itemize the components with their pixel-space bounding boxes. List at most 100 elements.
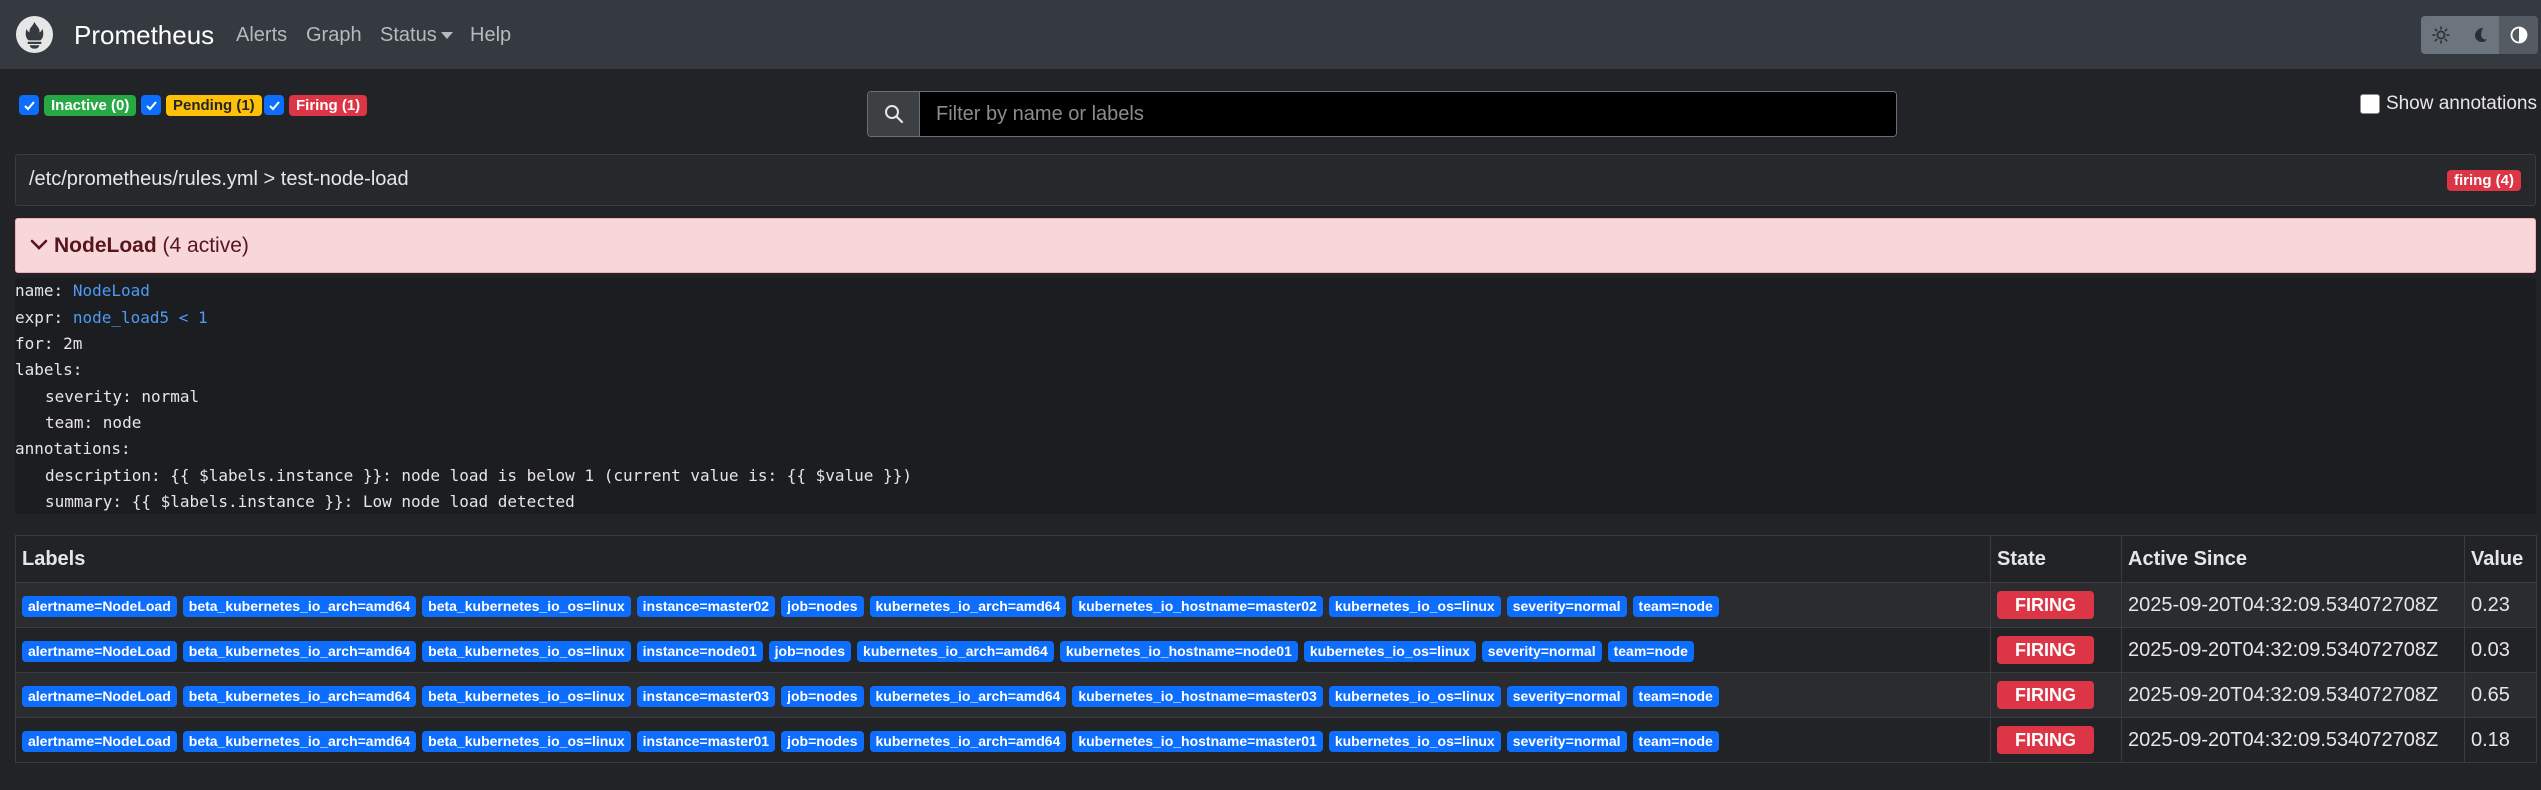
sun-icon [2431,26,2450,44]
label-badge: severity=normal [1506,685,1627,707]
value-cell: 0.18 [2464,717,2537,763]
label-badge: severity=normal [1481,640,1602,662]
nav-alerts[interactable]: Alerts [236,24,287,47]
rule-expr-link[interactable]: node_load5 < 1 [73,308,208,327]
search-button[interactable] [868,92,920,136]
column-header-value: Value [2464,535,2537,583]
active-since-cell: 2025-09-20T04:32:09.534072708Z [2121,582,2465,628]
firing-filter-checkbox[interactable] [264,95,284,115]
label-badge: job=nodes [781,730,864,752]
inactive-count-badge[interactable]: Inactive (0) [44,95,137,116]
prometheus-logo-icon[interactable] [15,15,54,54]
rule-def-team-line: team: node [45,413,142,432]
chevron-down-icon [30,239,48,250]
table-row: alertname=NodeLoad beta_kubernetes_io_arc… [15,717,2537,763]
state-badge: FIRING [1997,726,2094,754]
firing-count-badge[interactable]: Firing (1) [289,95,368,116]
state-badge: FIRING [1997,636,2094,664]
state-cell: FIRING [1990,672,2122,718]
rule-name: NodeLoad (4 active) [54,234,249,258]
label-badge: team=node [1632,730,1719,752]
value-cell: 0.03 [2464,627,2537,673]
state-cell: FIRING [1990,627,2122,673]
pending-count-badge[interactable]: Pending (1) [166,95,262,116]
label-badge: beta_kubernetes_io_arch=amd64 [182,730,417,752]
label-badge: kubernetes_io_os=linux [1328,595,1501,617]
label-badge: kubernetes_io_arch=amd64 [869,730,1067,752]
column-header-state: State [1990,535,2122,583]
search-icon [884,105,903,124]
label-badge: beta_kubernetes_io_arch=amd64 [182,595,417,617]
label-badge: instance=master03 [636,685,776,707]
table-row: alertname=NodeLoad beta_kubernetes_io_arc… [15,582,2537,628]
label-badge: kubernetes_io_arch=amd64 [857,640,1054,662]
label-badge: beta_kubernetes_io_os=linux [422,730,631,752]
rule-def-labels-line: labels: [15,360,83,379]
active-since-cell: 2025-09-20T04:32:09.534072708Z [2121,717,2465,763]
label-badge: alertname=NodeLoad [22,685,177,707]
active-since-cell: 2025-09-20T04:32:09.534072708Z [2121,627,2465,673]
label-badge: kubernetes_io_os=linux [1303,640,1476,662]
checkmark-icon [268,100,280,110]
label-badge: beta_kubernetes_io_arch=amd64 [182,640,417,662]
value-cell: 0.65 [2464,672,2537,718]
label-badge: instance=node01 [636,640,763,662]
checkmark-icon [23,100,35,110]
table-row: alertname=NodeLoad beta_kubernetes_io_arc… [15,672,2537,718]
search-box [867,91,1897,137]
rule-def-severity-line: severity: normal [45,387,200,406]
label-badge: kubernetes_io_arch=amd64 [869,595,1067,617]
theme-light-button[interactable] [2421,16,2460,54]
state-cell: FIRING [1990,717,2122,763]
top-navbar: Prometheus Alerts Graph Status Help [0,0,2541,69]
label-badge: kubernetes_io_os=linux [1328,685,1501,707]
rule-def-key: name: [15,281,64,300]
label-badge: instance=master02 [636,595,776,617]
theme-auto-button[interactable] [2499,16,2538,54]
search-input[interactable] [920,92,1896,136]
rule-def-annotations-line: annotations: [15,439,131,458]
filter-row: Inactive (0) Pending (1) Firing (1) Show… [0,69,2541,153]
alerts-table-wrap: Labels State Active Since Value alertnam… [15,535,2537,763]
label-badge: alertname=NodeLoad [22,730,177,752]
checkmark-icon [145,100,157,110]
rule-name-text: NodeLoad [54,234,157,257]
active-since-cell: 2025-09-20T04:32:09.534072708Z [2121,672,2465,718]
show-annotations-toggle[interactable]: Show annotations [2359,93,2537,115]
rule-active-count: (4 active) [162,234,249,257]
nav-help[interactable]: Help [470,24,511,47]
label-badge: instance=master01 [636,730,776,752]
nav-graph[interactable]: Graph [306,24,362,47]
show-annotations-checkbox[interactable] [2359,94,2380,114]
rule-group-title: /etc/prometheus/rules.yml > test-node-lo… [29,168,409,190]
column-header-labels: Labels [15,535,1991,583]
label-badge: severity=normal [1506,730,1627,752]
column-header-active-since: Active Since [2121,535,2465,583]
label-badge: alertname=NodeLoad [22,640,177,662]
contrast-icon [2510,26,2527,44]
labels-cell: alertname=NodeLoad beta_kubernetes_io_arc… [15,717,1991,763]
value-cell: 0.23 [2464,582,2537,628]
moon-icon [2474,28,2487,42]
rule-header[interactable]: NodeLoad (4 active) [15,218,2536,273]
state-cell: FIRING [1990,582,2122,628]
state-badge: FIRING [1997,591,2094,619]
label-badge: kubernetes_io_arch=amd64 [869,685,1067,707]
rule-definition: name: NodeLoad expr: node_load5 < 1 for:… [15,278,2536,514]
rule-name-link[interactable]: NodeLoad [73,281,150,300]
theme-dark-button[interactable] [2460,16,2499,54]
nav-status-dropdown[interactable]: Status [380,24,453,47]
inactive-filter-checkbox[interactable] [19,95,39,115]
labels-cell: alertname=NodeLoad beta_kubernetes_io_arc… [15,672,1991,718]
rule-def-expr-line: expr: node_load5 < 1 [15,308,208,327]
nav-status-label: Status [380,24,437,46]
rule-def-name-line: name: NodeLoad [15,281,150,300]
rule-def-key: expr: [15,308,64,327]
label-badge: team=node [1607,640,1694,662]
pending-filter-checkbox[interactable] [141,95,161,115]
label-badge: team=node [1632,685,1719,707]
label-badge: job=nodes [781,685,864,707]
labels-cell: alertname=NodeLoad beta_kubernetes_io_arc… [15,627,1991,673]
rule-group-header: /etc/prometheus/rules.yml > test-node-lo… [15,154,2536,206]
brand-title[interactable]: Prometheus [74,20,214,51]
